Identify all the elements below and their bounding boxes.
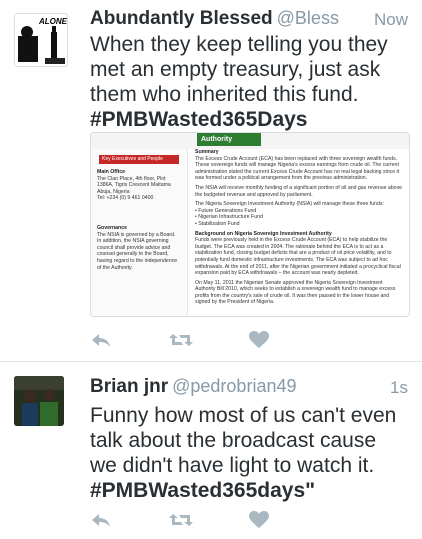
tweet-text: When they keep telling you they met an e… xyxy=(90,32,408,132)
tweet-actions xyxy=(90,330,382,350)
avatar-text: ALONE xyxy=(39,17,67,26)
media-office: Main Office The Clan Place, 4th floor, P… xyxy=(97,169,181,202)
media-governance-label: Governance xyxy=(97,225,127,231)
tweet-body: Funny how most of us can't even talk abo… xyxy=(90,404,397,477)
media-header-title: Authority xyxy=(197,133,261,146)
display-name[interactable]: Abundantly Blessed xyxy=(90,8,273,29)
username[interactable]: @BlessinAbu... xyxy=(277,8,340,28)
tweet[interactable]: Brian jnr @pedrobrian49 1s Funny how most… xyxy=(0,362,422,539)
reply-icon[interactable] xyxy=(90,330,112,350)
media-office-label: Main Office xyxy=(97,169,125,175)
like-icon[interactable] xyxy=(248,330,270,350)
media-background-text: Funds were previously held in the Excess… xyxy=(195,237,401,277)
media-manage-text: The Nigeria Sovereign Investment Authori… xyxy=(195,201,384,208)
retweet-icon[interactable] xyxy=(168,330,194,350)
media-summary: Summary The Excess Crude Account (ECA) h… xyxy=(195,149,403,306)
like-icon[interactable] xyxy=(248,510,270,530)
tweet-media-image[interactable]: Authority Key Executives and People Main… xyxy=(90,132,410,317)
hashtag[interactable]: #PMBWasted365Days xyxy=(90,108,308,131)
display-name[interactable]: Brian jnr xyxy=(90,376,168,397)
media-sidebar: Key Executives and People Main Office Th… xyxy=(91,149,188,316)
media-fund: Stabilization Fund xyxy=(198,220,240,227)
media-tel: Tel: +234 (0) 9 461 0400 xyxy=(97,195,154,202)
media-fund: Future Generations Fund xyxy=(198,207,257,214)
reply-icon[interactable] xyxy=(90,510,112,530)
avatar[interactable]: ALONE xyxy=(14,13,68,67)
tweet-actions xyxy=(90,510,382,530)
media-governance-text: The NSIA is governed by a Board. In addi… xyxy=(97,231,178,271)
media-fund: Nigerian Infrastructure Fund xyxy=(198,214,263,221)
media-governance: Governance The NSIA is governed by a Boa… xyxy=(97,225,181,271)
tweet-text: Funny how most of us can't even talk abo… xyxy=(90,403,408,503)
tweet-body: When they keep telling you they met an e… xyxy=(90,33,388,106)
avatar-image xyxy=(14,376,64,426)
retweet-icon[interactable] xyxy=(168,510,194,530)
media-summary-label: Summary xyxy=(195,149,219,155)
media-summary-text: The Excess Crude Account (ECA) has been … xyxy=(195,155,400,182)
tweet-header: Abundantly Blessed@BlessinAbu... xyxy=(90,8,340,30)
media-office-address: The Clan Place, 4th floor, Plot 1386A, T… xyxy=(97,175,171,195)
media-nsia-text: The NSIA will receive monthly funding of… xyxy=(195,184,403,198)
hashtag[interactable]: #PMBWasted365days" xyxy=(90,479,315,502)
avatar[interactable] xyxy=(14,376,64,426)
media-may-text: On May 11, 2011 the Nigerian Senate appr… xyxy=(195,279,396,306)
media-sidebar-title: Key Executives and People xyxy=(99,155,179,164)
media-background-label: Background on Nigeria Sovereign Investme… xyxy=(195,230,332,237)
timestamp[interactable]: 1s xyxy=(390,378,408,398)
username[interactable]: @pedrobrian49 xyxy=(172,376,296,396)
tweet[interactable]: ALONE Abundantly Blessed@BlessinAbu... N… xyxy=(0,0,422,351)
timestamp[interactable]: Now xyxy=(374,10,408,30)
tweet-header: Brian jnr @pedrobrian49 xyxy=(90,376,380,398)
